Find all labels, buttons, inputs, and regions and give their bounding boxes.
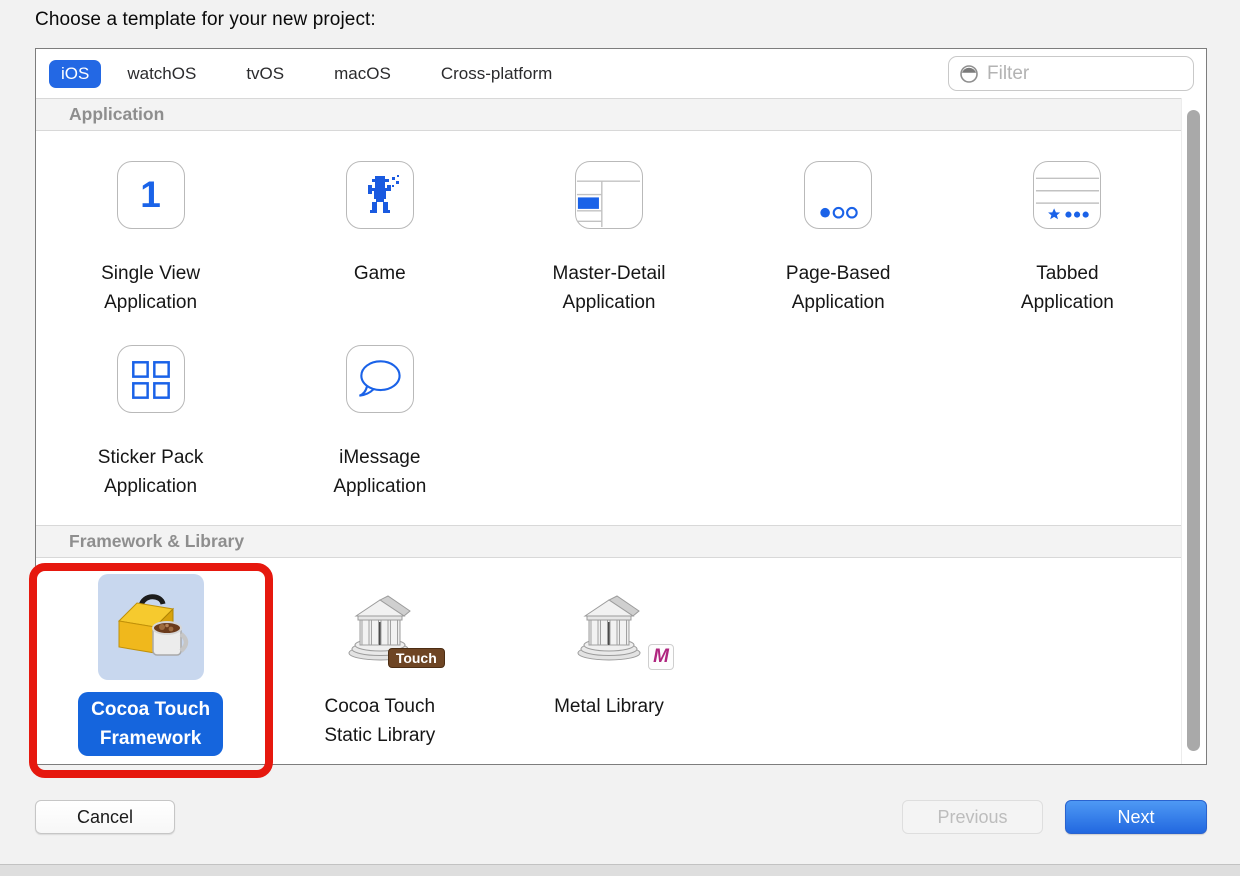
template-label: Sticker Pack Application bbox=[98, 443, 204, 501]
game-icon bbox=[346, 161, 414, 229]
library-building-icon: Touch bbox=[327, 574, 433, 680]
next-button[interactable]: Next bbox=[1065, 800, 1207, 834]
template-single-view-application[interactable]: 1 Single View Application bbox=[36, 161, 265, 317]
template-label: Single View Application bbox=[101, 259, 200, 317]
master-detail-icon bbox=[575, 161, 643, 229]
template-cocoa-touch-static-library[interactable]: Touch Cocoa Touch Static Library bbox=[265, 574, 494, 756]
library-building-icon: M bbox=[556, 574, 662, 680]
template-label-selected: Cocoa Touch Framework bbox=[78, 692, 223, 756]
scrollbar-thumb[interactable] bbox=[1187, 110, 1200, 751]
template-label: Game bbox=[354, 259, 406, 288]
section-header-framework-library: Framework & Library bbox=[36, 525, 1206, 558]
imessage-icon bbox=[346, 345, 414, 413]
template-page-based-application[interactable]: Page-Based Application bbox=[724, 161, 953, 317]
section-header-application: Application bbox=[36, 98, 1206, 131]
template-label: Tabbed Application bbox=[1021, 259, 1114, 317]
framework-template-grid: Cocoa Touch Framework To bbox=[36, 558, 1182, 766]
template-chooser-panel: iOS watchOS tvOS macOS Cross-platform Fi… bbox=[35, 48, 1207, 765]
cancel-button[interactable]: Cancel bbox=[35, 800, 175, 834]
previous-button: Previous bbox=[902, 800, 1043, 834]
template-label: Master-Detail Application bbox=[553, 259, 666, 317]
tab-macos[interactable]: macOS bbox=[322, 60, 403, 88]
application-template-grid: 1 Single View Application Game bbox=[36, 131, 1182, 525]
filter-placeholder: Filter bbox=[987, 63, 1029, 85]
metal-badge: M bbox=[648, 644, 674, 670]
tab-ios[interactable]: iOS bbox=[49, 60, 101, 88]
template-sticker-pack-application[interactable]: Sticker Pack Application bbox=[36, 345, 265, 501]
template-metal-library[interactable]: M Metal Library bbox=[494, 574, 723, 756]
template-tabbed-application[interactable]: Tabbed Application bbox=[953, 161, 1182, 317]
template-label: Page-Based Application bbox=[786, 259, 891, 317]
platform-tabbar: iOS watchOS tvOS macOS Cross-platform Fi… bbox=[36, 49, 1206, 98]
toolbox-mug-icon bbox=[98, 574, 204, 680]
template-game[interactable]: Game bbox=[265, 161, 494, 317]
tabbed-icon bbox=[1033, 161, 1101, 229]
single-view-icon: 1 bbox=[117, 161, 185, 229]
template-label: Metal Library bbox=[554, 692, 664, 721]
tab-watchos[interactable]: watchOS bbox=[115, 60, 208, 88]
touch-badge: Touch bbox=[388, 648, 445, 668]
tab-cross-platform[interactable]: Cross-platform bbox=[429, 60, 564, 88]
template-label: Cocoa Touch Static Library bbox=[324, 692, 435, 750]
sticker-pack-icon bbox=[117, 345, 185, 413]
page-based-icon bbox=[804, 161, 872, 229]
window-bottom-edge bbox=[0, 864, 1240, 876]
template-label: iMessage Application bbox=[333, 443, 426, 501]
filter-icon bbox=[958, 63, 980, 85]
template-cocoa-touch-framework[interactable]: Cocoa Touch Framework bbox=[36, 574, 265, 756]
template-master-detail-application[interactable]: Master-Detail Application bbox=[494, 161, 723, 317]
template-imessage-application[interactable]: iMessage Application bbox=[265, 345, 494, 501]
tab-tvos[interactable]: tvOS bbox=[234, 60, 296, 88]
dialog-title: Choose a template for your new project: bbox=[35, 9, 376, 31]
filter-input[interactable]: Filter bbox=[948, 56, 1194, 91]
scrollbar-track[interactable] bbox=[1181, 98, 1206, 764]
